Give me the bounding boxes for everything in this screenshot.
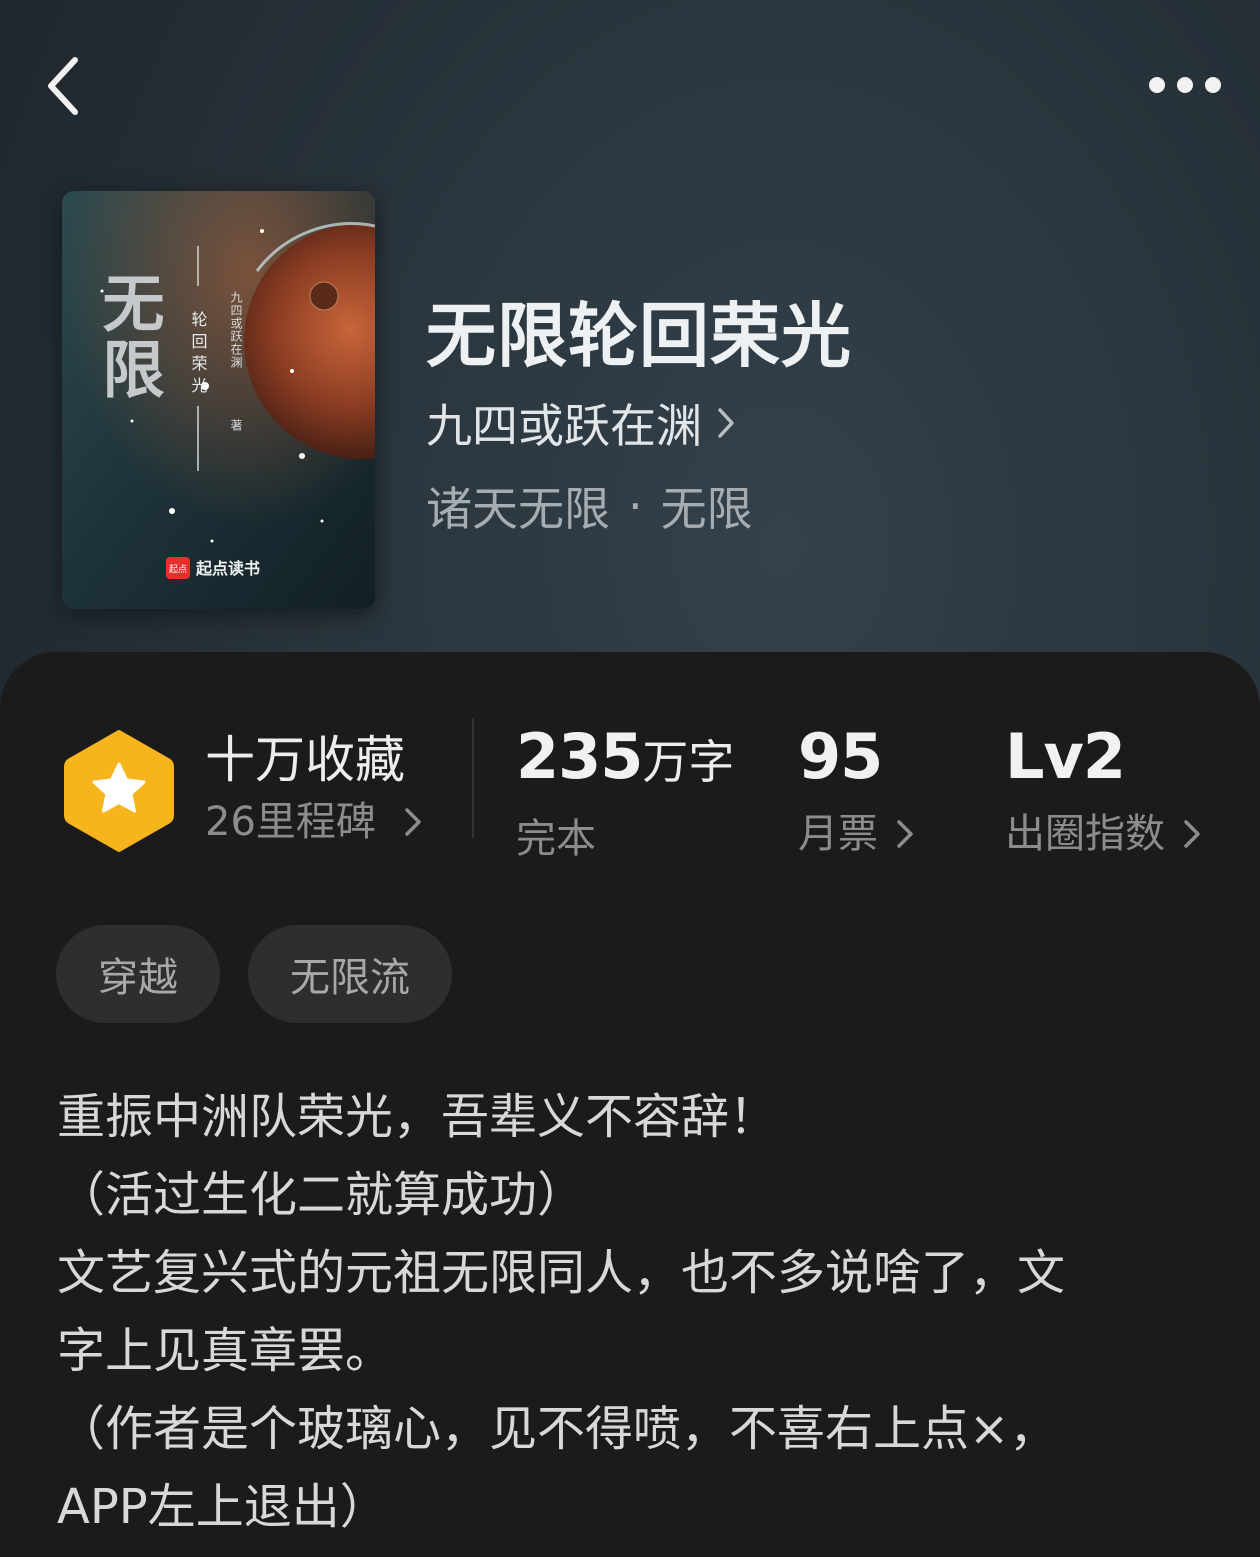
monthly-votes-number: 95 [798,720,883,793]
word-count-unit: 万字 [642,735,735,789]
author-name: 九四或跃在渊 [426,399,702,453]
synopsis-line: （活过生化二就算成功） [57,1167,586,1223]
back-button[interactable] [28,46,98,126]
chevron-right-icon [1184,820,1200,848]
cover-author-text: 九四或跃在渊 [229,291,243,369]
monthly-votes-stat[interactable]: 95 月票 [798,722,914,860]
cover-subtitle-text: 轮回荣光 [189,311,208,399]
synopsis-line: 重振中洲队荣光，吾辈义不容辞！ [57,1089,778,1145]
book-cover[interactable]: 无限 轮回荣光 九四或跃在渊 著 起点 起点读书 [62,191,375,609]
more-horizontal-icon [1149,77,1221,93]
word-count-number: 235 [516,720,643,793]
cover-author-mark: 著 [229,419,243,432]
stat-divider [472,718,474,838]
more-button[interactable] [1140,60,1230,110]
genre-main[interactable]: 诸天无限 [426,473,610,539]
cover-art: 无限 轮回荣光 九四或跃在渊 著 起点 起点读书 [62,191,375,609]
synopsis[interactable]: 重振中洲队荣光，吾辈义不容辞！ （活过生化二就算成功） 文艺复兴式的元祖无限同人… [57,1078,1207,1546]
tag-list: 穿越 无限流 [56,925,452,1023]
chevron-right-icon [897,820,913,848]
influence-stat[interactable]: Lv2 出圈指数 [1005,722,1201,860]
tag-chip[interactable]: 无限流 [248,925,452,1023]
collect-title: 十万收藏 [205,731,405,789]
chevron-left-icon [48,57,78,115]
genre-separator: · [628,479,643,533]
book-title: 无限轮回荣光 [426,294,852,377]
book-status: 完本 [516,816,596,862]
synopsis-line: （作者是个玻璃心，见不得喷，不喜右上点×， [57,1401,1058,1457]
word-count-stat: 235万字 完本 [516,722,734,865]
collect-stat[interactable]: 十万收藏 26里程碑 [205,730,422,848]
influence-label: 出圈指数 [1005,811,1165,857]
tag-chip[interactable]: 穿越 [56,925,220,1023]
influence-level: Lv2 [1005,720,1126,793]
milestone-count: 26里程碑 [205,799,376,845]
genre-line: 诸天无限 · 无限 [426,473,753,539]
star-badge-icon [64,730,174,852]
chevron-right-icon [405,808,421,836]
synopsis-line: 文艺复兴式的元祖无限同人，也不多说啥了，文 [57,1245,1066,1301]
cover-title-text: 无限 [92,271,165,403]
synopsis-line: 字上见真章罢。 [57,1323,394,1379]
monthly-votes-label: 月票 [798,811,878,857]
author-link[interactable]: 九四或跃在渊 [426,390,736,456]
book-detail-page: 无限 轮回荣光 九四或跃在渊 著 起点 起点读书 无限轮回荣光 九四或跃在渊 诸… [0,0,1260,1557]
cover-publisher: 起点读书 [195,559,260,578]
synopsis-line: APP左上退出） [57,1479,388,1535]
cover-publisher-logo: 起点 [169,564,187,575]
chevron-right-icon [718,408,734,438]
genre-sub[interactable]: 无限 [661,473,753,539]
